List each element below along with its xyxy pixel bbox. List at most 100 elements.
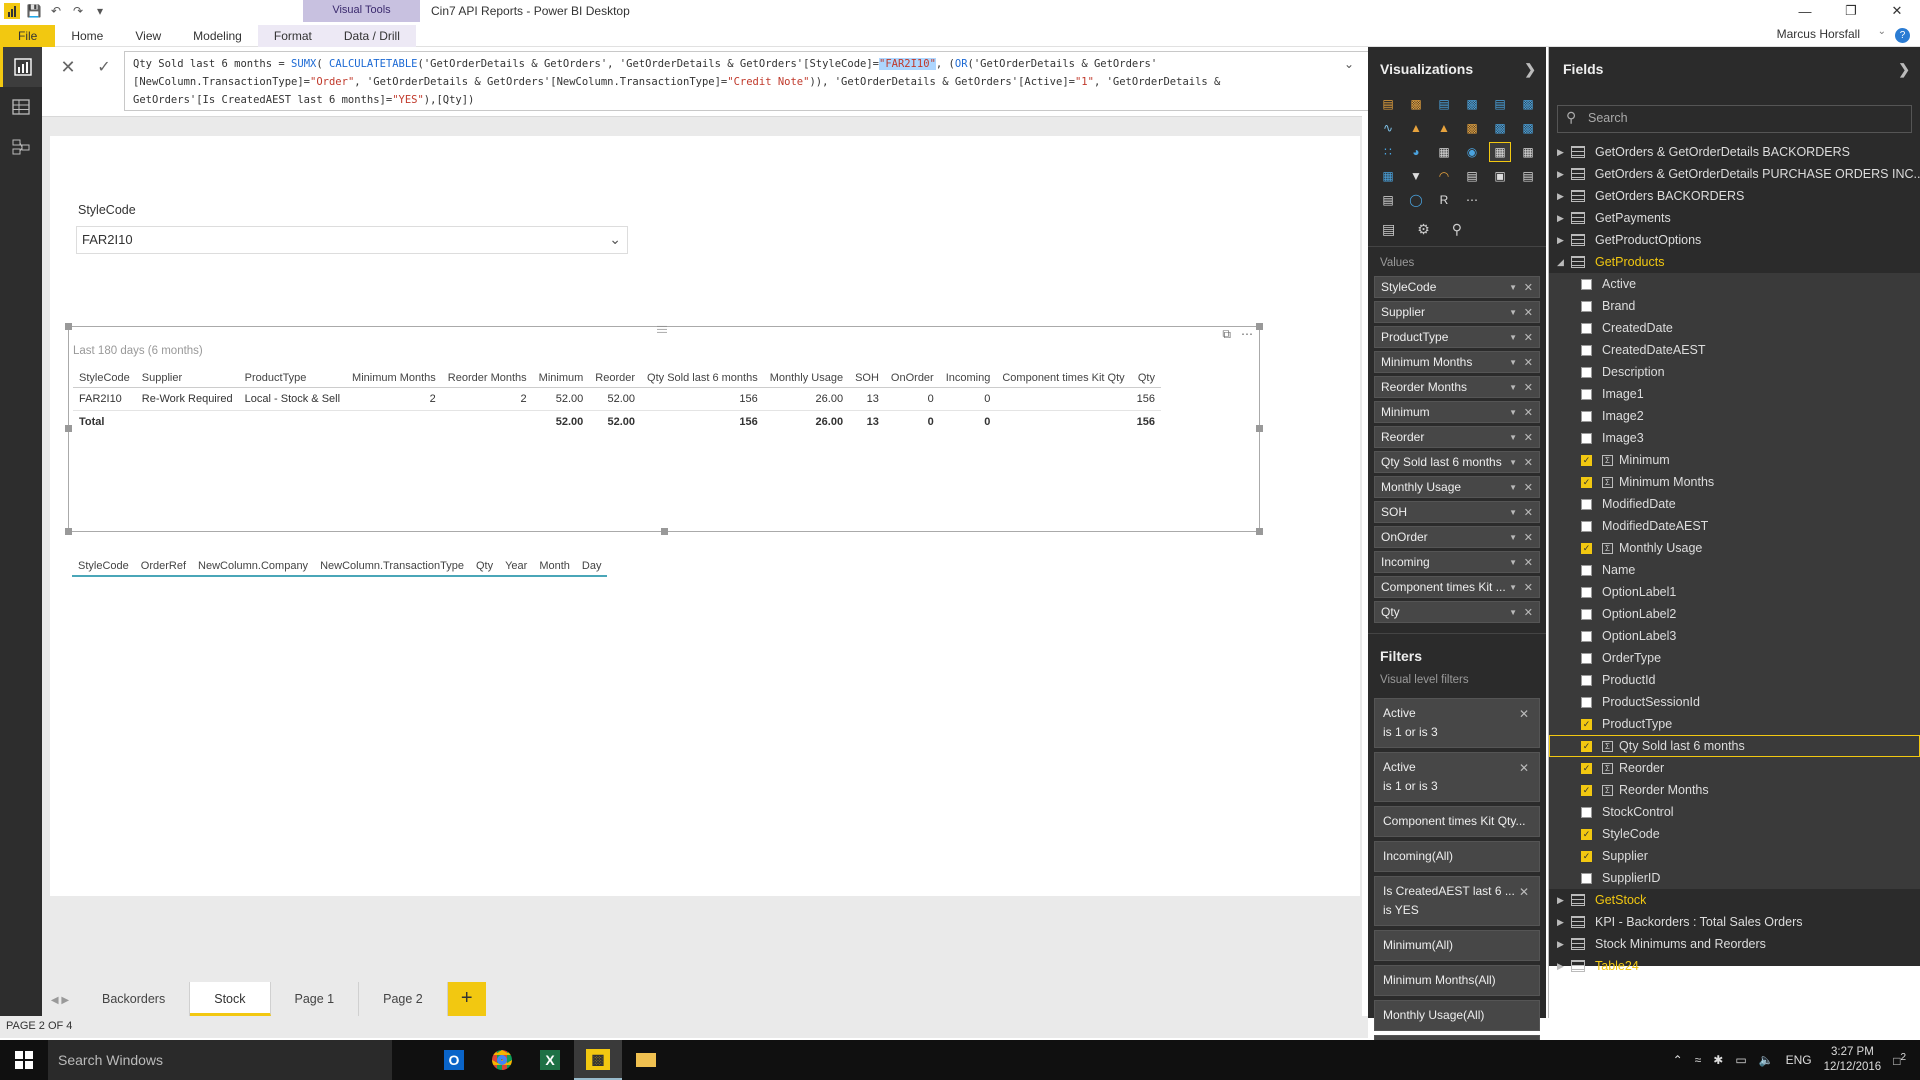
field-checkbox[interactable] xyxy=(1581,410,1592,422)
field-item[interactable]: ✓ Σ Reorder Months xyxy=(1549,779,1920,801)
value-well[interactable]: OnOrder ▼ ✕ xyxy=(1374,526,1540,548)
field-item[interactable]: ✓ Supplier xyxy=(1549,845,1920,867)
field-table[interactable]: ▶ GetOrders BACKORDERS xyxy=(1549,185,1920,207)
redo-icon[interactable]: ↷ xyxy=(70,3,86,19)
expand-arrow-icon[interactable]: ▶ xyxy=(1557,917,1571,928)
field-checkbox[interactable]: ✓ xyxy=(1581,740,1592,752)
filled-map-icon[interactable]: ▦ xyxy=(1378,167,1398,185)
field-item[interactable]: Name xyxy=(1549,559,1920,581)
field-table[interactable]: ▶ Stock Minimums and Reorders xyxy=(1549,933,1920,955)
field-item[interactable]: ✓ Σ Reorder xyxy=(1549,757,1920,779)
dropdown-arrow-icon[interactable]: ▼ xyxy=(1509,333,1517,342)
column-header[interactable]: SOH xyxy=(849,369,885,388)
field-checkbox[interactable] xyxy=(1581,564,1592,576)
tab-data-drill[interactable]: Data / Drill xyxy=(327,25,416,47)
filter-card[interactable]: Incoming(All) xyxy=(1374,841,1540,872)
remove-filter-icon[interactable]: ✕ xyxy=(1519,705,1529,724)
area-chart-icon[interactable]: ▲ xyxy=(1406,119,1426,137)
field-checkbox[interactable]: ✓ xyxy=(1581,850,1592,862)
formula-input[interactable]: Qty Sold last 6 months = SUMX( CALCULATE… xyxy=(124,51,1404,111)
remove-field-icon[interactable]: ✕ xyxy=(1524,431,1533,444)
field-item[interactable]: Brand xyxy=(1549,295,1920,317)
resize-handle[interactable] xyxy=(65,323,72,330)
field-item[interactable]: Active xyxy=(1549,273,1920,295)
value-well[interactable]: Supplier ▼ ✕ xyxy=(1374,301,1540,323)
tab-file[interactable]: File xyxy=(0,25,56,47)
pie-chart-icon[interactable]: ◕ xyxy=(1406,143,1426,161)
field-checkbox[interactable] xyxy=(1581,586,1592,598)
dropdown-arrow-icon[interactable]: ▼ xyxy=(1509,533,1517,542)
field-item[interactable]: OptionLabel2 xyxy=(1549,603,1920,625)
remove-field-icon[interactable]: ✕ xyxy=(1524,481,1533,494)
field-table[interactable]: ▶ GetProductOptions xyxy=(1549,229,1920,251)
resize-handle[interactable] xyxy=(1256,323,1263,330)
column-header[interactable]: NewColumn.TransactionType xyxy=(314,557,470,577)
field-checkbox[interactable] xyxy=(1581,630,1592,642)
minimize-button[interactable]: — xyxy=(1782,0,1828,22)
100-column-icon[interactable]: ▩ xyxy=(1518,95,1538,113)
column-header[interactable]: StyleCode xyxy=(73,369,136,388)
resize-handle[interactable] xyxy=(65,425,72,432)
field-item[interactable]: SupplierID xyxy=(1549,867,1920,889)
dropdown-arrow-icon[interactable]: ▼ xyxy=(1509,383,1517,392)
kpi-icon[interactable]: ▤ xyxy=(1518,167,1538,185)
page-tab-stock[interactable]: Stock xyxy=(190,982,271,1016)
file-explorer-icon[interactable] xyxy=(622,1040,670,1080)
relationships-view-button[interactable] xyxy=(0,127,42,167)
taskbar-search[interactable]: Search Windows xyxy=(48,1040,392,1080)
help-icon[interactable]: ? xyxy=(1895,28,1910,43)
field-checkbox[interactable] xyxy=(1581,366,1592,378)
remove-field-icon[interactable]: ✕ xyxy=(1524,281,1533,294)
column-header[interactable]: ProductType xyxy=(238,369,347,388)
show-hidden-icons-icon[interactable]: ⌃ xyxy=(1673,1053,1683,1067)
chevron-down-icon[interactable]: ⌄ xyxy=(1878,26,1886,37)
expand-arrow-icon[interactable]: ▶ xyxy=(1557,235,1571,246)
field-checkbox[interactable] xyxy=(1581,520,1592,532)
field-table[interactable]: ◢ GetProducts xyxy=(1549,251,1920,273)
field-checkbox[interactable] xyxy=(1581,388,1592,400)
matrix-icon[interactable]: ▦ xyxy=(1518,143,1538,161)
field-table[interactable]: ▶ GetOrders & GetOrderDetails PURCHASE OR… xyxy=(1549,163,1920,185)
column-header[interactable]: Month xyxy=(533,557,576,577)
remove-field-icon[interactable]: ✕ xyxy=(1524,356,1533,369)
remove-field-icon[interactable]: ✕ xyxy=(1524,531,1533,544)
field-table[interactable]: ▶ GetOrders & GetOrderDetails BACKORDERS xyxy=(1549,141,1920,163)
stacked-area-icon[interactable]: ▲ xyxy=(1434,119,1454,137)
remove-field-icon[interactable]: ✕ xyxy=(1524,556,1533,569)
field-table[interactable]: ▶ GetStock xyxy=(1549,889,1920,911)
value-well[interactable]: Incoming ▼ ✕ xyxy=(1374,551,1540,573)
table-visual-icon[interactable]: ▦ xyxy=(1489,142,1511,162)
dropdown-arrow-icon[interactable]: ▼ xyxy=(1509,308,1517,317)
field-item[interactable]: CreatedDate xyxy=(1549,317,1920,339)
tab-view[interactable]: View xyxy=(119,25,177,47)
battery-icon[interactable]: ▭ xyxy=(1735,1053,1746,1067)
field-item[interactable]: ✓ Σ Monthly Usage xyxy=(1549,537,1920,559)
value-well[interactable]: ProductType ▼ ✕ xyxy=(1374,326,1540,348)
field-checkbox[interactable] xyxy=(1581,432,1592,444)
remove-field-icon[interactable]: ✕ xyxy=(1524,506,1533,519)
field-item[interactable]: ✓ StyleCode xyxy=(1549,823,1920,845)
chevron-down-icon[interactable]: ⌄ xyxy=(609,231,621,248)
stacked-column-icon[interactable]: ▩ xyxy=(1406,95,1426,113)
card-icon[interactable]: ▣ xyxy=(1490,167,1510,185)
field-item[interactable]: ProductSessionId xyxy=(1549,691,1920,713)
expand-arrow-icon[interactable]: ◢ xyxy=(1557,257,1571,268)
field-checkbox[interactable] xyxy=(1581,806,1592,818)
resize-handle[interactable] xyxy=(661,528,668,535)
volume-icon[interactable]: 🔈 xyxy=(1759,1053,1774,1067)
data-view-button[interactable] xyxy=(0,87,42,127)
dropdown-arrow-icon[interactable]: ▼ xyxy=(1509,433,1517,442)
line-chart-icon[interactable]: ∿ xyxy=(1378,119,1398,137)
focus-mode-icon[interactable]: ⧉ xyxy=(1222,327,1231,342)
power-bi-taskbar-icon[interactable]: ▩ xyxy=(574,1040,622,1080)
page-scroll-arrows-icon[interactable]: ◀ ▶ xyxy=(42,995,78,1016)
map-icon[interactable]: ◉ xyxy=(1462,143,1482,161)
filter-card[interactable]: Monthly Usage(All) xyxy=(1374,1000,1540,1031)
treemap-icon[interactable]: ▦ xyxy=(1434,143,1454,161)
table-row[interactable]: FAR2I10 Re-Work Required Local - Stock & S… xyxy=(73,387,1161,411)
commit-formula-icon[interactable]: ✓ xyxy=(92,55,116,79)
format-paint-roller-icon[interactable]: ⚙ xyxy=(1417,221,1430,238)
field-checkbox[interactable]: ✓ xyxy=(1581,784,1592,796)
more-options-icon[interactable]: ⋯ xyxy=(1241,327,1253,342)
expand-arrow-icon[interactable]: ▶ xyxy=(1557,213,1571,224)
